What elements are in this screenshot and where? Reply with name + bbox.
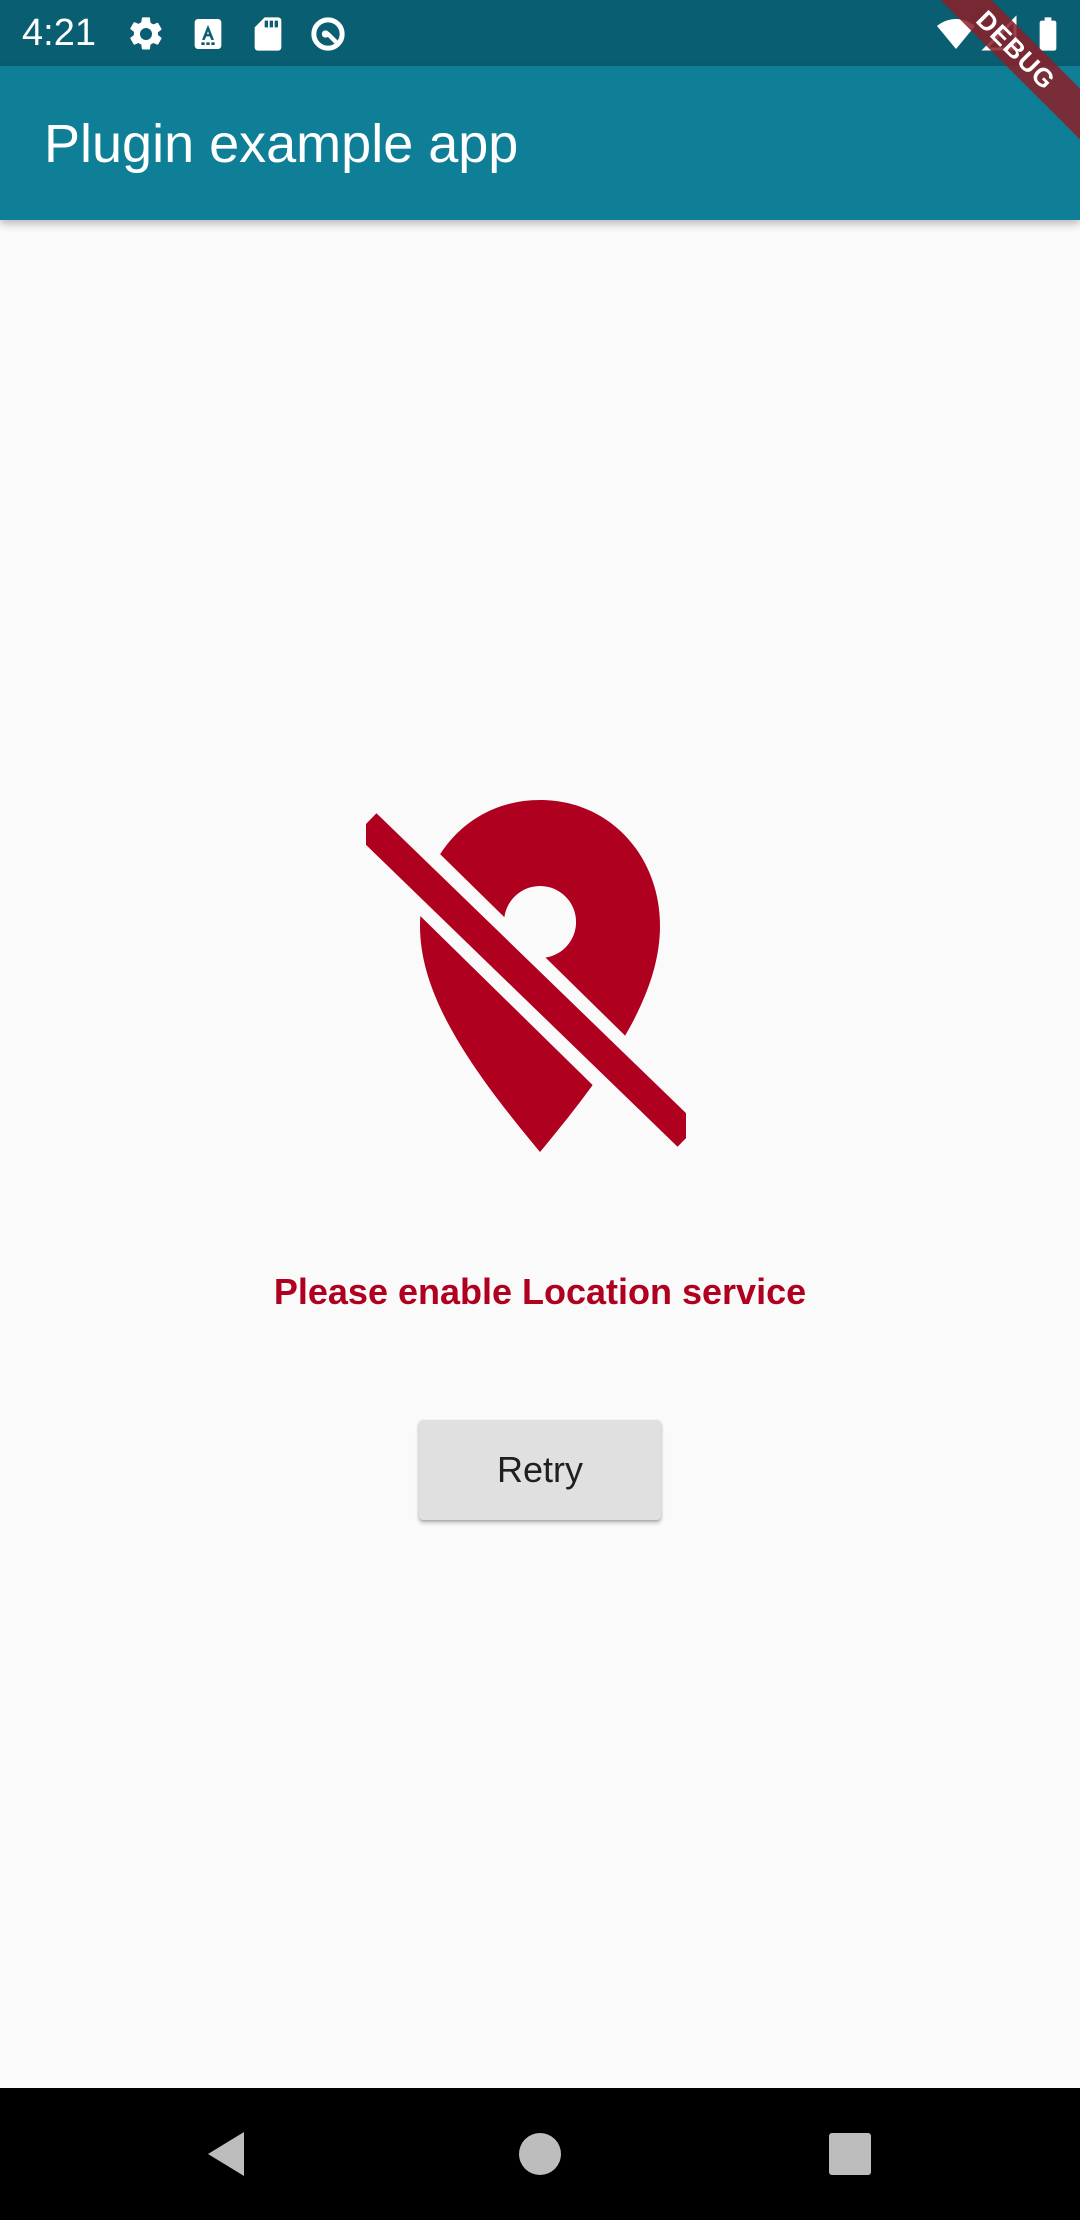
- wifi-icon: [937, 19, 975, 49]
- screen: 4:21 Plugin example app DEBUG Please ena…: [0, 0, 1080, 2220]
- navigation-bar: [0, 2088, 1080, 2220]
- main-content: Please enable Location service Retry: [0, 220, 1080, 2088]
- recents-icon[interactable]: [814, 2118, 886, 2190]
- text-a-icon: [194, 19, 222, 49]
- app-bar: Plugin example app: [0, 66, 1080, 220]
- status-bar: 4:21: [0, 0, 1080, 66]
- vpn-key-circle-icon: [311, 17, 345, 51]
- status-time: 4:21: [22, 12, 96, 54]
- error-message: Please enable Location service: [273, 1271, 807, 1312]
- location-off-icon: [366, 800, 686, 1157]
- battery-icon: [1039, 17, 1057, 51]
- back-icon[interactable]: [190, 2118, 262, 2190]
- signal-icon: [981, 15, 1017, 51]
- app-title: Plugin example app: [44, 114, 519, 174]
- gear-icon: [130, 17, 162, 50]
- home-icon[interactable]: [504, 2118, 576, 2190]
- retry-button[interactable]: Retry: [419, 1420, 661, 1520]
- sd-card-icon: [254, 17, 282, 51]
